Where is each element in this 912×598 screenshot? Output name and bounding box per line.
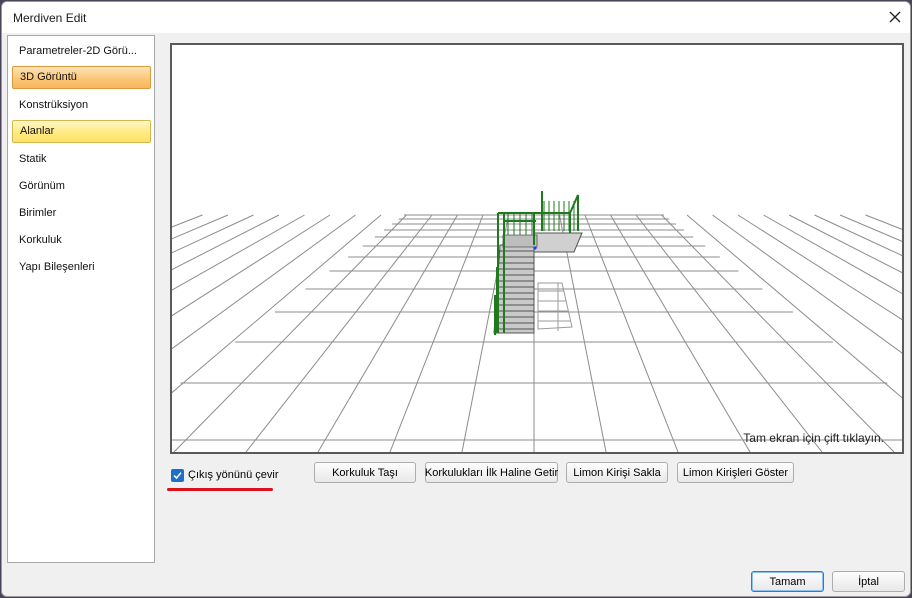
stair-edit-dialog: Merdiven Edit Parametreler-2D Görü... 3D… (1, 1, 911, 597)
sidebar-item-building-components[interactable]: Yapı Bileşenleri (12, 256, 151, 279)
cancel-button[interactable]: İptal (832, 571, 905, 592)
checkbox-checked-icon[interactable] (171, 468, 184, 482)
sidebar-item-parameters-2d[interactable]: Parametreler-2D Görü... (12, 40, 151, 63)
3d-scene (172, 191, 902, 452)
sidebar-item-construction[interactable]: Konstrüksiyon (12, 94, 151, 117)
window-title: Merdiven Edit (13, 11, 87, 25)
sidebar-item-railing[interactable]: Korkuluk (12, 229, 151, 252)
reverse-exit-label: Çıkış yönünü çevir (188, 469, 279, 481)
ok-button[interactable]: Tamam (751, 571, 824, 592)
title-bar: Merdiven Edit (2, 2, 910, 33)
hide-stringer-button[interactable]: Limon Kirişi Sakla (566, 462, 668, 483)
move-railing-button[interactable]: Korkuluk Taşı (314, 462, 416, 483)
reset-railings-button[interactable]: Korkulukları İlk Haline Getir (425, 462, 558, 483)
sidebar-item-areas[interactable]: Alanlar (12, 120, 151, 143)
close-icon (889, 11, 901, 23)
sidebar-item-static[interactable]: Statik (12, 148, 151, 171)
sidebar-item-units[interactable]: Birimler (12, 202, 151, 225)
sidebar-item-3d-view[interactable]: 3D Görüntü (12, 66, 151, 89)
fullscreen-hint: Tam ekran için çift tıklayın. (743, 431, 884, 445)
show-stringers-button[interactable]: Limon Kirişleri Göster (677, 462, 794, 483)
close-button[interactable] (884, 6, 906, 28)
sidebar-item-appearance[interactable]: Görünüm (12, 175, 151, 198)
3d-viewport[interactable]: Tam ekran için çift tıklayın. (170, 43, 904, 454)
sidebar-nav: Parametreler-2D Görü... 3D Görüntü Konst… (7, 35, 155, 563)
checkmark-icon (173, 471, 182, 479)
reverse-exit-checkbox[interactable]: Çıkış yönünü çevir (171, 467, 278, 483)
highlight-underline (167, 488, 273, 491)
